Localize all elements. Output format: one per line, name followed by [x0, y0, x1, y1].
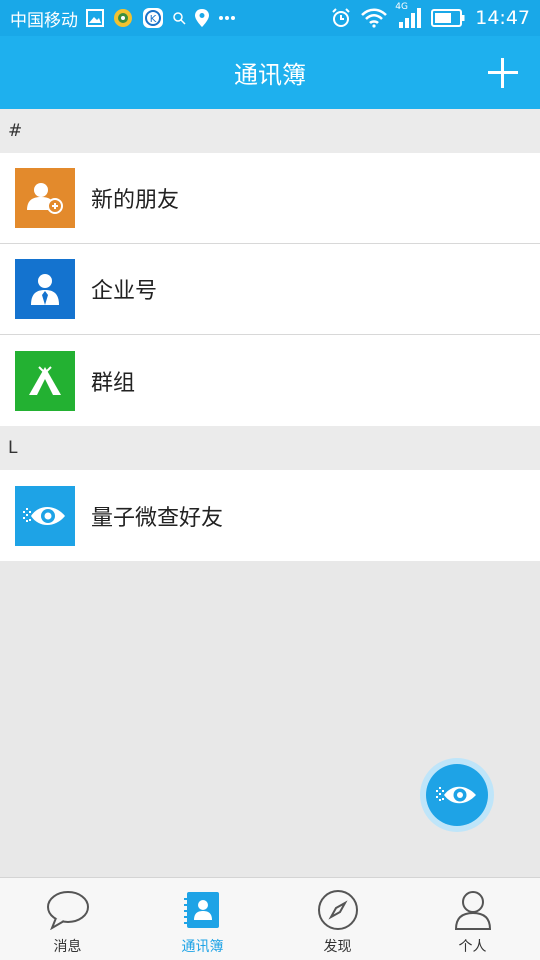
signal-icon: 4G [395, 2, 422, 28]
app-notification-icon [112, 8, 134, 28]
tab-discover[interactable]: 发现 [270, 878, 405, 960]
tab-label: 通讯簿 [181, 939, 224, 955]
search-icon [172, 11, 186, 25]
k-app-icon: K [142, 7, 164, 29]
svg-text:K: K [150, 14, 157, 25]
list-item-label: 企业号 [91, 279, 158, 304]
section-index-l: L [0, 426, 540, 470]
tab-contacts[interactable]: 通讯簿 [135, 878, 270, 960]
app-header: 通讯簿 [0, 36, 540, 109]
bottom-nav: 消息 通讯簿 发现 个人 [0, 877, 540, 960]
add-person-icon [15, 168, 75, 228]
quantum-float-button[interactable] [420, 758, 494, 832]
list-item-quantum-friends[interactable]: 量子微查好友 [0, 470, 540, 561]
quantum-eye-icon [15, 485, 75, 546]
quantum-eye-icon [426, 764, 488, 826]
person-icon [453, 888, 493, 932]
image-icon [86, 9, 104, 27]
contacts-book-icon [183, 888, 223, 932]
business-person-icon [15, 259, 75, 319]
tab-label: 消息 [53, 939, 82, 955]
list-item-new-friends[interactable]: 新的朋友 [0, 153, 540, 244]
tent-icon [15, 350, 75, 411]
carrier-name: 中国移动 [10, 10, 78, 31]
plus-icon[interactable] [488, 58, 518, 88]
contacts-list: # 新的朋友 企业号 群组 L 量子微查好友 [0, 109, 540, 561]
network-type: 4G [395, 2, 408, 12]
section-index-hash: # [0, 109, 540, 153]
tab-label: 发现 [323, 939, 352, 955]
chat-bubble-icon [46, 888, 90, 932]
compass-icon [317, 888, 359, 932]
battery-icon [431, 9, 465, 27]
list-item-groups[interactable]: 群组 [0, 335, 540, 426]
location-pin-icon [194, 8, 210, 28]
list-item-enterprise[interactable]: 企业号 [0, 244, 540, 335]
wifi-icon [361, 8, 388, 28]
tab-label: 个人 [458, 939, 487, 955]
status-bar: 中国移动 K 4G 14:47 [0, 0, 540, 36]
list-item-label: 新的朋友 [91, 188, 180, 213]
clock: 14:47 [475, 7, 530, 29]
list-item-label: 群组 [91, 370, 136, 396]
tab-messages[interactable]: 消息 [0, 878, 135, 960]
alarm-icon [331, 8, 351, 28]
tab-profile[interactable]: 个人 [405, 878, 540, 960]
more-icon [218, 15, 236, 21]
list-item-label: 量子微查好友 [91, 505, 224, 531]
page-title: 通讯簿 [234, 61, 306, 89]
